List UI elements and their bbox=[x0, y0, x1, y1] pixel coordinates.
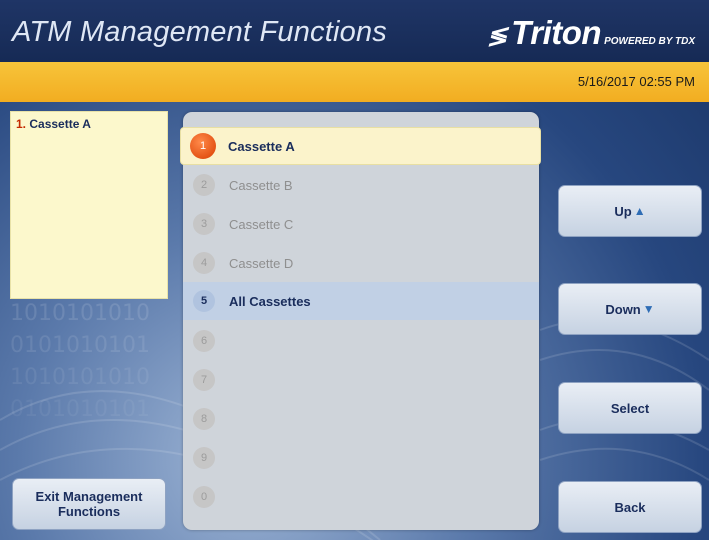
title-bar: ATM Management Functions ≶ Triton POWERE… bbox=[0, 0, 709, 62]
menu-panel: 1 Cassette A 2 Cassette B 3 Cassette C 4… bbox=[180, 112, 541, 530]
triton-logo: ≶ Triton POWERED BY TDX bbox=[487, 14, 695, 51]
menu-item-number: 6 bbox=[193, 330, 215, 352]
menu-item-label: All Cassettes bbox=[229, 293, 311, 309]
menu-item-9: 9 bbox=[183, 439, 539, 477]
menu-item-cassette-a[interactable]: 1 Cassette A bbox=[180, 127, 541, 165]
menu-item-0: 0 bbox=[183, 478, 539, 516]
menu-item-label: Cassette D bbox=[229, 255, 294, 271]
menu-item-number: 5 bbox=[193, 290, 215, 312]
menu-item-cassette-b[interactable]: 2 Cassette B bbox=[183, 166, 539, 204]
help-text: Cassette A bbox=[29, 117, 91, 131]
arrow-up-icon: ▲ bbox=[633, 204, 646, 218]
down-button-label: Down bbox=[605, 301, 641, 317]
menu-item-8: 8 bbox=[183, 400, 539, 438]
help-panel: 1. Cassette A bbox=[10, 111, 168, 299]
select-button-label: Select bbox=[610, 400, 650, 416]
menu-item-number: 7 bbox=[193, 369, 215, 391]
down-button[interactable]: Down ▼ bbox=[558, 283, 702, 335]
menu-item-cassette-d[interactable]: 4 Cassette D bbox=[183, 244, 539, 282]
up-button[interactable]: Up ▲ bbox=[558, 185, 702, 237]
svg-text:1010101010: 1010101010 bbox=[10, 365, 150, 390]
menu-item-label: Cassette C bbox=[229, 216, 294, 232]
menu-item-cassette-c[interactable]: 3 Cassette C bbox=[183, 205, 539, 243]
back-button[interactable]: Back bbox=[558, 481, 702, 533]
menu-item-number: 0 bbox=[193, 486, 215, 508]
menu-item-number: 2 bbox=[193, 174, 215, 196]
menu-item-number: 1 bbox=[190, 133, 216, 159]
triton-icon: ≶ bbox=[487, 23, 508, 50]
menu-item-label: Cassette A bbox=[228, 138, 295, 154]
datetime: 5/16/2017 02:55 PM bbox=[577, 74, 695, 89]
atm-screen: 1010101010 0101010101 1010101010 0101010… bbox=[0, 0, 709, 540]
svg-text:0101010101: 0101010101 bbox=[10, 333, 150, 358]
help-number: 1. bbox=[16, 117, 27, 131]
menu-item-7: 7 bbox=[183, 361, 539, 399]
menu-item-number: 3 bbox=[193, 213, 215, 235]
back-button-label: Back bbox=[614, 499, 646, 515]
exit-management-functions-button[interactable]: Exit Management Functions bbox=[12, 478, 166, 530]
svg-text:1010101010: 1010101010 bbox=[10, 301, 150, 326]
arrow-down-icon: ▼ bbox=[642, 302, 655, 316]
brand-tagline: POWERED BY TDX bbox=[604, 36, 695, 47]
status-bar: 5/16/2017 02:55 PM bbox=[0, 62, 709, 102]
menu-item-number: 8 bbox=[193, 408, 215, 430]
page-title: ATM Management Functions bbox=[12, 16, 387, 48]
menu-item-6: 6 bbox=[183, 322, 539, 360]
select-button[interactable]: Select bbox=[558, 382, 702, 434]
brand-name: Triton bbox=[511, 14, 602, 51]
menu-item-all-cassettes[interactable]: 5 All Cassettes bbox=[183, 282, 539, 320]
menu-item-number: 9 bbox=[193, 447, 215, 469]
up-button-label: Up bbox=[614, 203, 632, 219]
svg-text:0101010101: 0101010101 bbox=[10, 397, 150, 422]
menu-item-number: 4 bbox=[193, 252, 215, 274]
menu-item-label: Cassette B bbox=[229, 177, 293, 193]
